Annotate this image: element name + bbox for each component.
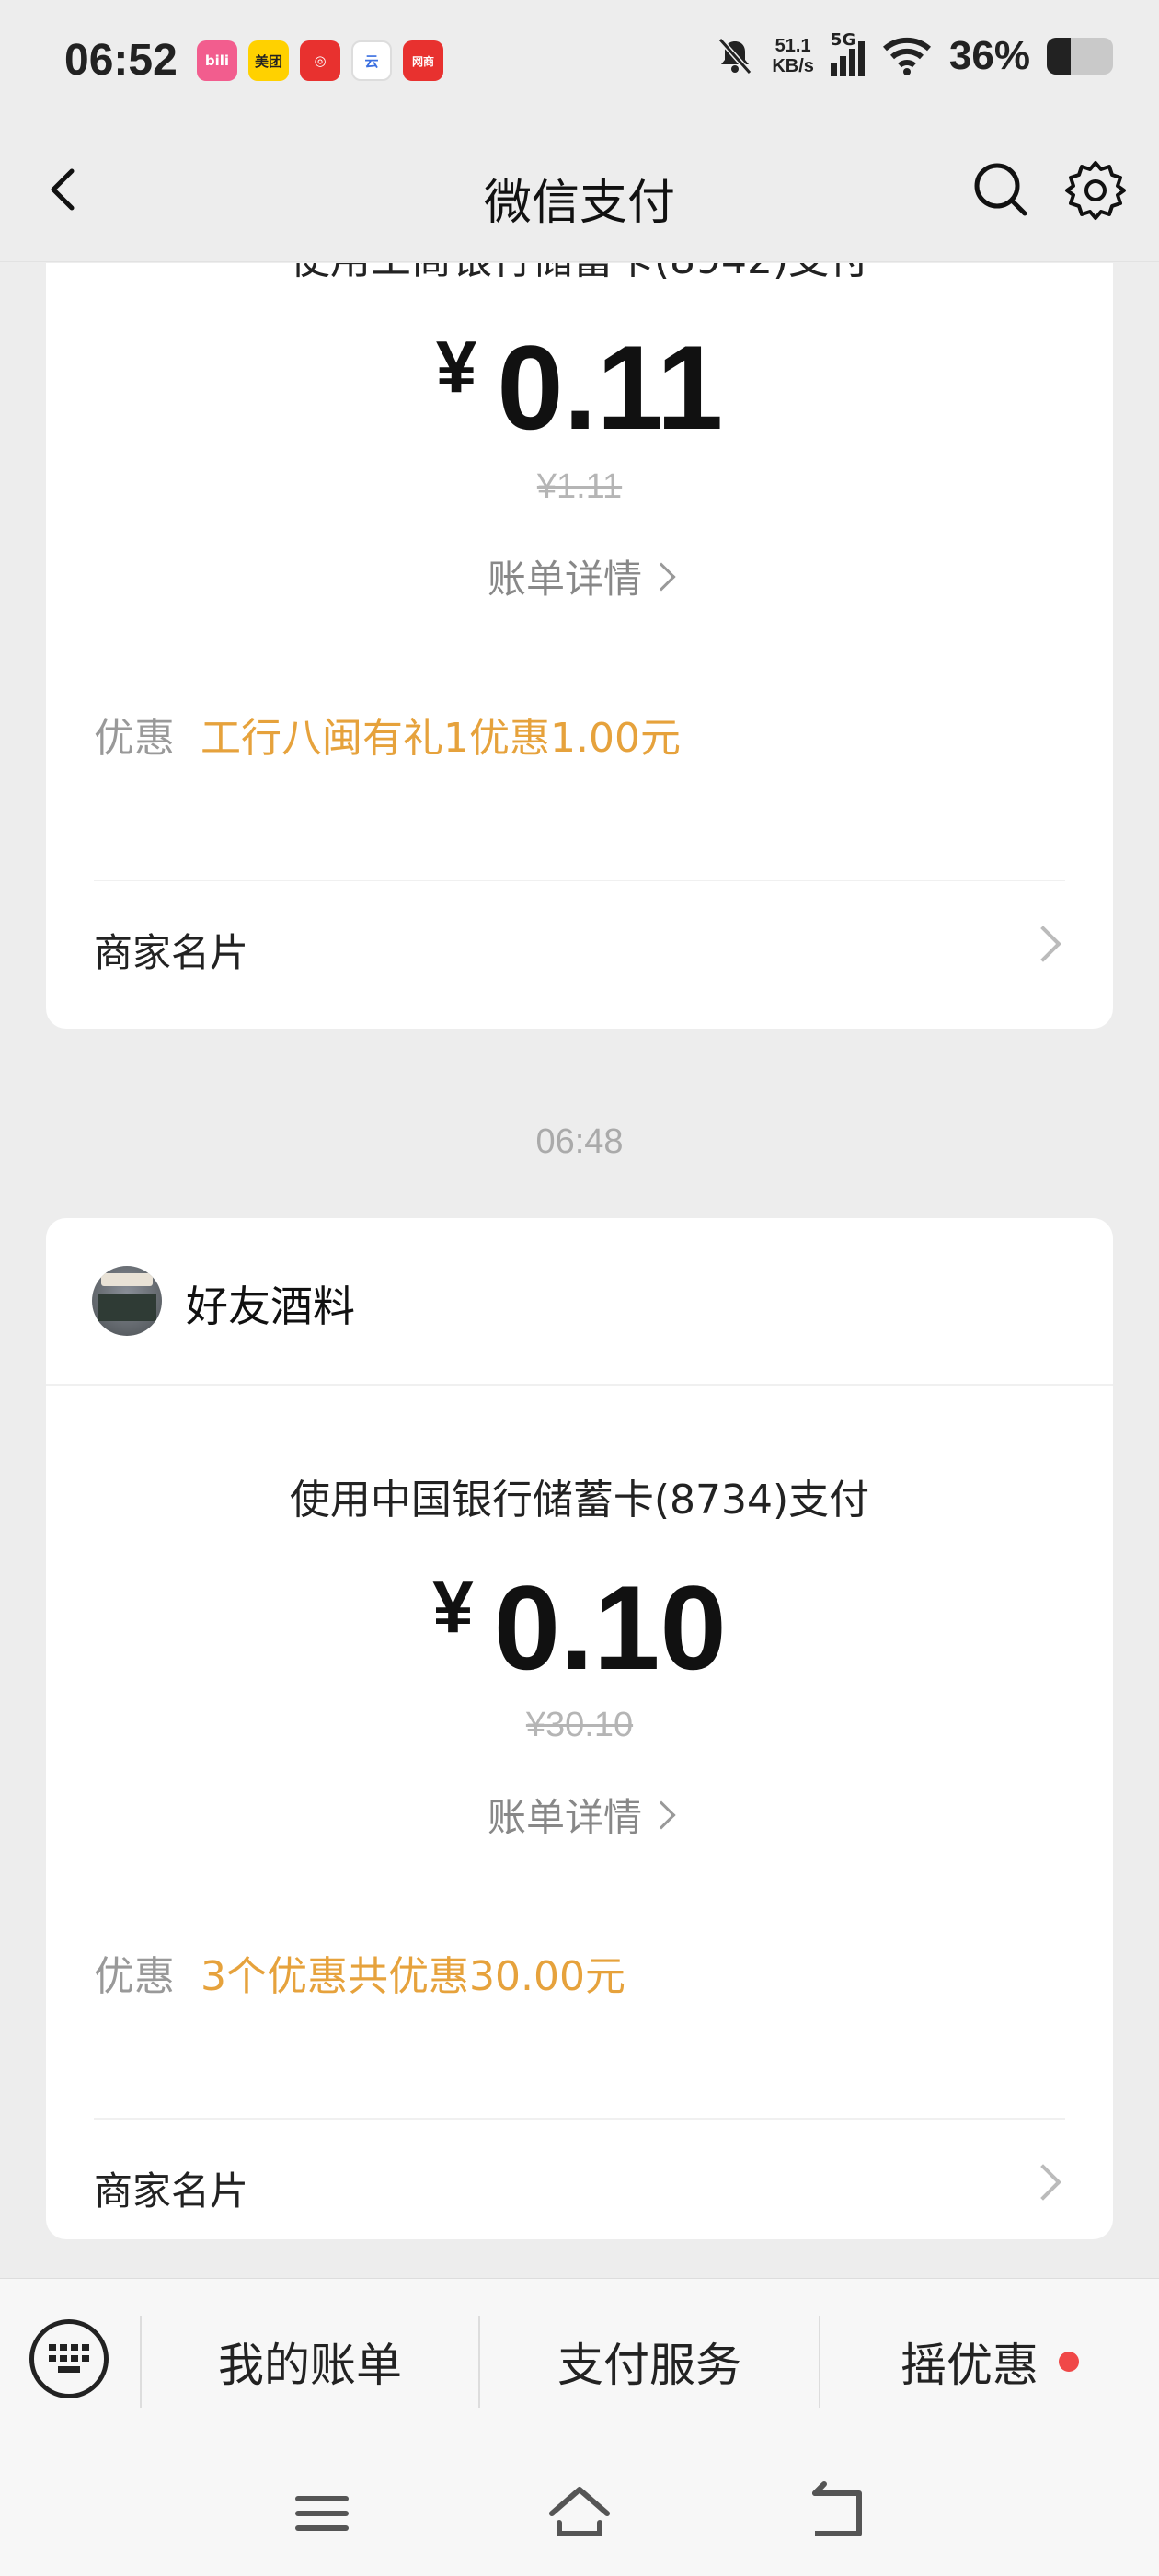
back-nav-icon[interactable]	[800, 2477, 874, 2550]
chevron-right-icon	[647, 1800, 676, 1830]
battery-icon	[1047, 38, 1113, 75]
amount-value: 0.10	[493, 1560, 727, 1695]
divider	[94, 880, 1065, 881]
mute-bell-icon	[718, 38, 752, 75]
menu-my-bills[interactable]: 我的账单	[142, 2279, 478, 2444]
discount-value: 工行八闽有礼1优惠1.00元	[201, 715, 681, 762]
chevron-right-icon	[647, 562, 676, 592]
bilibili-icon: bili	[197, 40, 237, 81]
merchant-card-label: 商家名片	[94, 930, 249, 975]
gear-icon[interactable]	[1063, 158, 1128, 223]
cloud-app-icon: 云	[351, 40, 392, 81]
bill-details-link[interactable]: 账单详情	[46, 1787, 1113, 1843]
keyboard-toggle-button[interactable]	[29, 2319, 109, 2398]
net-speed: 51.1 KB/s	[772, 36, 814, 76]
original-amount: ¥1.11	[536, 467, 623, 506]
merchant-name: 好友酒料	[186, 1282, 355, 1331]
battery-fill	[1047, 38, 1071, 75]
notification-dot	[1059, 2352, 1079, 2372]
search-icon[interactable]	[971, 160, 1030, 219]
menu-shake-discount[interactable]: 摇优惠	[820, 2279, 1159, 2444]
menu-pay-services[interactable]: 支付服务	[480, 2279, 819, 2444]
discount-label: 优惠	[94, 1953, 175, 2000]
meituan-icon: 美团	[248, 40, 289, 81]
discount-label: 优惠	[94, 715, 175, 762]
discount-value: 3个优惠共优惠30.00元	[201, 1953, 625, 2000]
amount-value: 0.11	[497, 320, 724, 454]
network-type: 5G	[830, 30, 856, 50]
system-nav-bar	[0, 2444, 1159, 2576]
wifi-icon	[882, 37, 931, 75]
status-bar: 06:52 bili 美团 ◎ 云 网商 51.1 KB/s 5G 36%	[0, 0, 1159, 129]
message-timestamp: 06:48	[535, 1122, 624, 1161]
currency-symbol: ¥	[435, 326, 477, 408]
nav-bar: 微信支付	[0, 129, 1159, 262]
merchant-avatar	[92, 1266, 162, 1336]
merchant-card-row[interactable]: 商家名片	[94, 2160, 1065, 2216]
divider	[94, 2118, 1065, 2120]
bill-details-label: 账单详情	[487, 1795, 642, 1840]
battery-percent: 36%	[948, 33, 1030, 78]
menu-icon[interactable]	[285, 2477, 359, 2550]
paid-amount: ¥0.11	[46, 318, 1113, 456]
merchant-header[interactable]: 好友酒料	[46, 1218, 1113, 1386]
mybank-icon: 网商	[403, 40, 443, 81]
transaction-list[interactable]: 使用工商银行储蓄卡(8942)支付 ¥0.11 ¥1.11 账单详情 优惠工行八…	[0, 263, 1159, 2278]
merchant-card-label: 商家名片	[94, 2168, 249, 2214]
bill-details-link[interactable]: 账单详情	[46, 548, 1113, 604]
system-icons: 51.1 KB/s 5G 36%	[715, 30, 1113, 79]
chevron-right-icon	[1025, 926, 1061, 962]
menu-shake-discount-label: 摇优惠	[901, 2339, 1039, 2392]
notification-icons: bili 美团 ◎ 云 网商	[197, 40, 443, 81]
chevron-right-icon	[1025, 2164, 1061, 2201]
discount-row: 优惠 3个优惠共优惠30.00元	[94, 1943, 1065, 2002]
paid-amount: ¥0.10	[46, 1558, 1113, 1696]
signal-icon: 5G	[830, 30, 865, 76]
status-time: 06:52	[64, 36, 178, 85]
merchant-card-row[interactable]: 商家名片	[94, 922, 1065, 978]
home-icon[interactable]	[543, 2477, 616, 2550]
payment-method: 使用中国银行储蓄卡(8734)支付	[289, 1477, 870, 1524]
transaction-card: 使用工商银行储蓄卡(8942)支付 ¥0.11 ¥1.11 账单详情 优惠工行八…	[46, 263, 1113, 1029]
original-amount: ¥30.10	[525, 1706, 634, 1744]
keyboard-icon	[49, 2344, 89, 2373]
transaction-card: 好友酒料 使用中国银行储蓄卡(8734)支付 ¥0.10 ¥30.10 账单详情…	[46, 1218, 1113, 2239]
bill-details-label: 账单详情	[487, 557, 642, 602]
discount-row: 优惠 工行八闽有礼1优惠1.00元	[94, 705, 1065, 764]
bottom-menu: 我的账单 支付服务 摇优惠	[0, 2278, 1159, 2444]
netease-music-icon: ◎	[300, 40, 340, 81]
currency-symbol: ¥	[432, 1566, 474, 1648]
payment-method: 使用工商银行储蓄卡(8942)支付	[46, 263, 1113, 285]
